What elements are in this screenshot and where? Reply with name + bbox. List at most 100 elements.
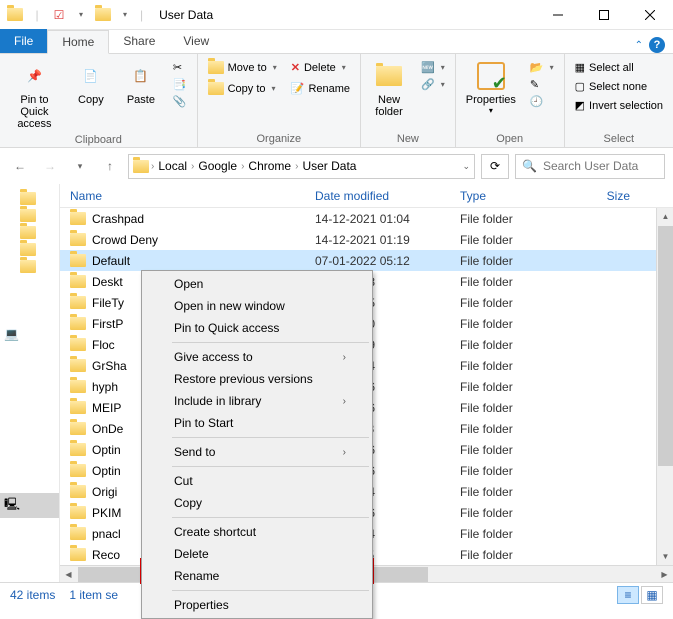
invert-selection-button[interactable]: ◩Invert selection xyxy=(571,98,667,113)
tab-file[interactable]: File xyxy=(0,29,47,53)
menu-pin-quick-access[interactable]: Pin to Quick access xyxy=(144,317,370,339)
menu-delete[interactable]: Delete xyxy=(144,543,370,565)
tree-item[interactable]: 💻 xyxy=(0,325,59,343)
forward-button[interactable]: → xyxy=(38,154,62,178)
menu-include-library[interactable]: Include in library› xyxy=(144,390,370,412)
navigation-pane[interactable]: 💻 🖳 xyxy=(0,184,60,582)
address-dropdown[interactable]: ⌄ xyxy=(462,161,470,172)
paste-button[interactable]: 📋 Paste xyxy=(119,58,163,132)
breadcrumb-item[interactable]: Google xyxy=(196,159,239,173)
properties-button[interactable]: Properties ▾ xyxy=(462,58,520,131)
properties-checkbox-icon[interactable]: ☑ xyxy=(50,6,68,24)
tree-item[interactable] xyxy=(0,207,59,224)
move-to-button[interactable]: Move to▾ xyxy=(204,60,281,75)
file-name: GrSha xyxy=(92,359,127,373)
copy-icon: 📄 xyxy=(75,60,107,92)
history-button[interactable]: 🕘 xyxy=(526,94,558,109)
folder-icon xyxy=(133,160,149,173)
folder-icon xyxy=(70,422,86,435)
menu-create-shortcut[interactable]: Create shortcut xyxy=(144,521,370,543)
tree-item[interactable] xyxy=(0,258,59,275)
menu-open-new-window[interactable]: Open in new window xyxy=(144,295,370,317)
open-button[interactable]: 📂▾ xyxy=(526,60,558,75)
tab-view[interactable]: View xyxy=(169,29,223,53)
menu-pin-start[interactable]: Pin to Start xyxy=(144,412,370,434)
folder-icon xyxy=(70,548,86,561)
help-icon[interactable]: ? xyxy=(649,37,665,53)
chevron-right-icon[interactable]: › xyxy=(241,161,244,172)
table-row[interactable]: Crashpad14-12-2021 01:04File folder xyxy=(60,208,673,229)
menu-properties[interactable]: Properties xyxy=(144,594,370,616)
address-bar[interactable]: › Local› Google› Chrome› User Data ⌄ xyxy=(128,154,475,179)
qat-dropdown[interactable]: ▾ xyxy=(116,6,134,24)
select-all-button[interactable]: ▦Select all xyxy=(571,60,667,75)
tree-item[interactable]: 🖳 xyxy=(0,493,59,518)
copy-path-button[interactable]: 📑 xyxy=(169,77,191,92)
folder-icon xyxy=(70,296,86,309)
table-row[interactable]: Crowd Deny14-12-2021 01:19File folder xyxy=(60,229,673,250)
menu-cut[interactable]: Cut xyxy=(144,470,370,492)
menu-copy[interactable]: Copy xyxy=(144,492,370,514)
scroll-up-icon[interactable]: ▲ xyxy=(657,208,673,225)
copy-button[interactable]: 📄 Copy xyxy=(69,58,113,132)
back-button[interactable]: ← xyxy=(8,154,32,178)
file-type: File folder xyxy=(460,380,580,394)
tab-share[interactable]: Share xyxy=(109,29,169,53)
menu-send-to[interactable]: Send to› xyxy=(144,441,370,463)
cut-button[interactable]: ✂ xyxy=(169,60,191,75)
scrollbar-thumb[interactable] xyxy=(658,226,673,466)
new-folder-button[interactable]: New folder xyxy=(367,58,411,131)
column-header-type[interactable]: Type xyxy=(460,189,580,203)
menu-give-access-to[interactable]: Give access to› xyxy=(144,346,370,368)
tree-item[interactable] xyxy=(0,241,59,258)
tab-home[interactable]: Home xyxy=(47,30,109,54)
column-header-size[interactable]: Size xyxy=(580,189,630,203)
chevron-right-icon[interactable]: › xyxy=(191,161,194,172)
menu-rename[interactable]: Rename xyxy=(144,565,370,587)
tree-item[interactable] xyxy=(0,224,59,241)
new-item-button[interactable]: 🆕▾ xyxy=(417,60,449,75)
vertical-scrollbar[interactable]: ▲ ▼ xyxy=(656,208,673,565)
minimize-button[interactable] xyxy=(535,0,581,30)
folder-icon xyxy=(20,226,36,239)
paste-shortcut-button[interactable]: 📎 xyxy=(169,94,191,109)
ribbon-group-label: Clipboard xyxy=(6,132,191,146)
breadcrumb-item[interactable]: Chrome xyxy=(246,159,293,173)
paste-shortcut-icon: 📎 xyxy=(173,95,187,108)
scroll-left-icon[interactable]: ◀ xyxy=(60,566,77,583)
column-header-name[interactable]: Name xyxy=(60,189,315,203)
rename-button[interactable]: 📝Rename xyxy=(287,81,354,96)
column-header-date[interactable]: Date modified xyxy=(315,189,460,203)
select-none-button[interactable]: ▢Select none xyxy=(571,79,667,94)
scroll-right-icon[interactable]: ▶ xyxy=(656,566,673,583)
tree-item[interactable] xyxy=(0,190,59,207)
file-type: File folder xyxy=(460,212,580,226)
delete-button[interactable]: ✕Delete▾ xyxy=(287,60,354,75)
recent-locations-button[interactable]: ▾ xyxy=(68,154,92,178)
menu-open[interactable]: Open xyxy=(144,273,370,295)
table-row[interactable]: Default07-01-2022 05:12File folder xyxy=(60,250,673,271)
chevron-right-icon[interactable]: › xyxy=(295,161,298,172)
copy-to-button[interactable]: Copy to▾ xyxy=(204,81,281,96)
chevron-right-icon[interactable]: › xyxy=(151,161,154,172)
folder-icon xyxy=(20,243,36,256)
large-icons-view-button[interactable]: ▦ xyxy=(641,586,663,604)
file-type: File folder xyxy=(460,359,580,373)
refresh-button[interactable]: ⟳ xyxy=(481,154,509,179)
breadcrumb-item[interactable]: User Data xyxy=(300,159,358,173)
search-icon: 🔍 xyxy=(522,159,537,173)
collapse-ribbon-icon[interactable]: ⌃ xyxy=(635,40,643,51)
breadcrumb-item[interactable]: Local xyxy=(156,159,189,173)
pin-to-quick-access-button[interactable]: 📌 Pin to Quick access xyxy=(6,58,63,132)
maximize-button[interactable] xyxy=(581,0,627,30)
details-view-button[interactable]: ≡ xyxy=(617,586,639,604)
scroll-down-icon[interactable]: ▼ xyxy=(657,548,673,565)
search-placeholder: Search User Data xyxy=(543,159,638,173)
qat-dropdown[interactable]: ▾ xyxy=(72,6,90,24)
edit-button[interactable]: ✎ xyxy=(526,77,558,92)
close-button[interactable] xyxy=(627,0,673,30)
search-input[interactable]: 🔍 Search User Data xyxy=(515,154,665,179)
up-button[interactable]: ↑ xyxy=(98,154,122,178)
menu-restore-previous[interactable]: Restore previous versions xyxy=(144,368,370,390)
easy-access-button[interactable]: 🔗▾ xyxy=(417,77,449,92)
